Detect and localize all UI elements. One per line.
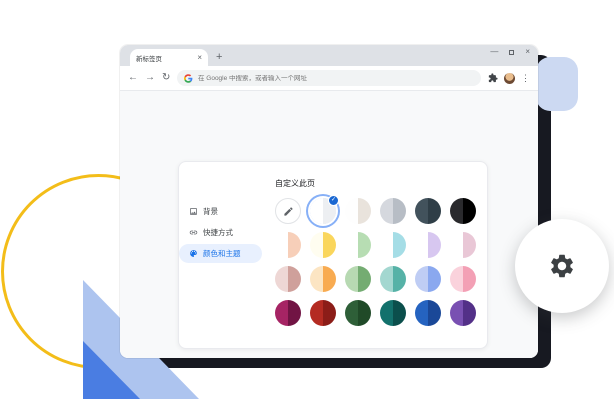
browser-toolbar: ← → ↻ ⋮ [120,66,538,91]
theme-swatch[interactable] [275,232,301,258]
browser-window: 新标签页 × + — × ← → ↻ [120,45,538,358]
new-tab-page: 背景 快捷方式 颜色和主题 [120,91,538,358]
customize-dialog: 背景 快捷方式 颜色和主题 [178,161,488,349]
pencil-icon [283,206,294,217]
custom-color-picker[interactable] [275,198,301,224]
browser-menu-icon[interactable]: ⋮ [521,74,530,83]
theme-swatch[interactable] [450,198,476,224]
page: 新标签页 × + — × ← → ↻ [0,0,614,413]
theme-swatch[interactable] [450,300,476,326]
forward-icon[interactable]: → [145,73,155,83]
theme-swatch[interactable] [415,300,441,326]
theme-swatch[interactable] [380,232,406,258]
theme-swatch[interactable]: ✓ [310,198,336,224]
sidebar-item-shortcuts[interactable]: 快捷方式 [179,223,262,242]
theme-swatch[interactable] [345,198,371,224]
extension-icon[interactable] [488,73,498,83]
minimize-button[interactable]: — [490,48,498,56]
dialog-sidebar: 背景 快捷方式 颜色和主题 [179,162,267,348]
theme-swatch[interactable] [310,266,336,292]
close-button[interactable]: × [525,48,530,56]
sidebar-item-colors-themes[interactable]: 颜色和主题 [179,244,262,263]
sidebar-item-background[interactable]: 背景 [179,202,262,221]
decorative-blue-blob [536,57,578,111]
theme-swatch[interactable] [310,300,336,326]
gear-icon [548,252,576,280]
theme-swatch[interactable] [345,232,371,258]
palette-icon [189,249,198,258]
profile-avatar[interactable] [504,73,515,84]
sidebar-item-label: 背景 [203,206,218,217]
toolbar-right: ⋮ [488,73,530,84]
tab-close-icon[interactable]: × [197,54,202,62]
sidebar-item-label: 颜色和主题 [203,248,241,259]
theme-swatch[interactable] [345,266,371,292]
back-icon[interactable]: ← [128,73,138,83]
tab-title: 新标签页 [136,53,193,63]
dialog-main: 自定义此页 ✓ [267,162,487,348]
theme-swatch[interactable] [380,198,406,224]
theme-swatch[interactable] [415,266,441,292]
theme-swatch[interactable] [380,300,406,326]
theme-swatch[interactable] [310,232,336,258]
theme-swatch[interactable] [345,300,371,326]
theme-swatch[interactable] [450,232,476,258]
new-tab-button[interactable]: + [216,52,222,63]
browser-tab[interactable]: 新标签页 × [130,49,208,66]
theme-grid: ✓ [275,198,487,326]
image-icon [189,207,198,216]
theme-swatch[interactable] [380,266,406,292]
reload-icon[interactable]: ↻ [162,73,170,83]
check-icon: ✓ [328,195,339,206]
settings-fab[interactable] [515,219,609,313]
tab-strip: 新标签页 × + — × [120,45,538,66]
window-controls: — × [490,48,530,56]
theme-swatch[interactable] [275,266,301,292]
sidebar-item-label: 快捷方式 [203,227,233,238]
address-bar[interactable] [177,70,481,86]
theme-swatch[interactable] [275,300,301,326]
theme-swatch[interactable] [415,198,441,224]
google-logo-icon [184,74,193,83]
link-icon [189,228,198,237]
maximize-button[interactable] [509,50,514,55]
address-input[interactable] [198,75,474,82]
theme-swatch[interactable] [450,266,476,292]
theme-swatch[interactable] [415,232,441,258]
dialog-title: 自定义此页 [275,178,487,189]
